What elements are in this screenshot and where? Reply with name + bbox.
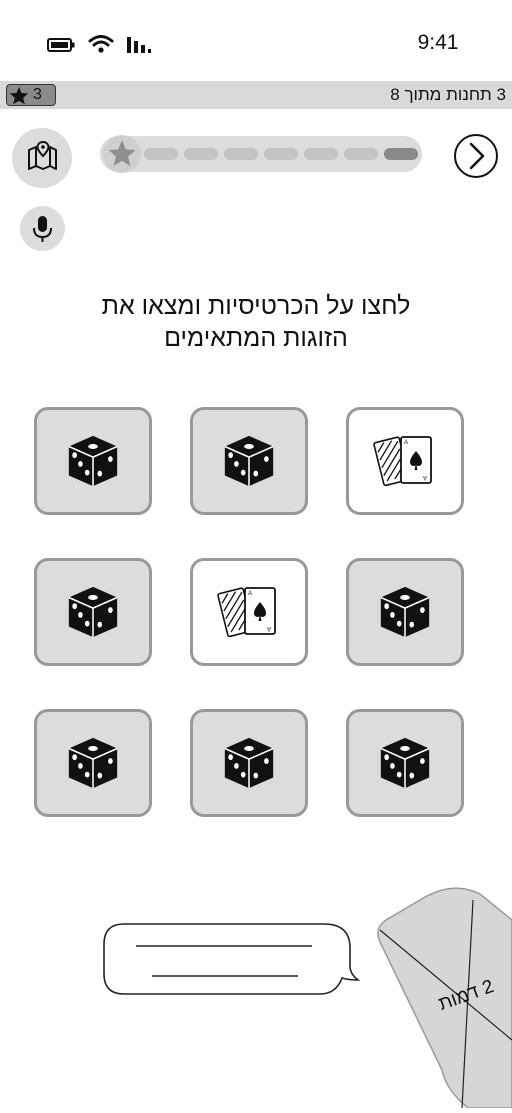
signal-icon: [127, 37, 151, 53]
svg-text:A: A: [423, 474, 427, 480]
dice-icon: [220, 432, 278, 490]
memory-card[interactable]: [34, 558, 152, 666]
instruction-line-1: לחצו על הכרטיסיות ומצאו את: [101, 292, 411, 320]
dice-icon: [376, 583, 434, 641]
playing-cards-icon: A A: [371, 431, 439, 491]
character-card[interactable]: 2 דמות: [370, 880, 512, 1109]
map-icon: [28, 140, 57, 170]
memory-card[interactable]: A A: [190, 558, 308, 666]
memory-card[interactable]: [190, 407, 308, 515]
star-count-badge: 3: [6, 84, 56, 106]
microphone-button[interactable]: [20, 206, 65, 251]
status-bar: 9:41: [0, 0, 512, 80]
map-button[interactable]: [12, 128, 72, 188]
progress-segment: [384, 148, 418, 160]
svg-text:A: A: [267, 625, 271, 631]
progress-segment: [144, 148, 178, 160]
progress-segment: [184, 148, 218, 160]
star-icon: [9, 86, 29, 104]
dice-icon: [64, 432, 122, 490]
dice-icon: [64, 734, 122, 792]
level-progress-bar: [100, 135, 422, 173]
star-count: 3: [33, 86, 42, 103]
memory-card[interactable]: [190, 709, 308, 817]
speech-bubble: [103, 923, 361, 995]
status-time: 9:41: [417, 31, 459, 54]
dice-icon: [220, 734, 278, 792]
progress-segment: [264, 148, 298, 160]
battery-icon: [47, 38, 75, 52]
wifi-icon: [88, 35, 114, 53]
memory-card[interactable]: [34, 709, 152, 817]
dice-icon: [64, 583, 122, 641]
stations-counter: 3 תחנות מתוך 8: [390, 85, 506, 104]
dice-icon: [376, 734, 434, 792]
memory-card[interactable]: [346, 558, 464, 666]
svg-text:A: A: [404, 440, 408, 446]
instruction-text: לחצו על הכרטיסיות ומצאו את הזוגות המתאימ…: [56, 290, 456, 354]
progress-segment: [344, 148, 378, 160]
instruction-line-2: הזוגות המתאימים: [164, 324, 348, 352]
microphone-icon: [33, 216, 52, 242]
playing-cards-icon: A A: [215, 582, 283, 642]
progress-segment: [304, 148, 338, 160]
memory-card[interactable]: [34, 407, 152, 515]
next-button[interactable]: [453, 133, 499, 179]
memory-card[interactable]: A A: [346, 407, 464, 515]
memory-card[interactable]: [346, 709, 464, 817]
progress-segment: [224, 148, 258, 160]
svg-text:A: A: [248, 591, 252, 597]
